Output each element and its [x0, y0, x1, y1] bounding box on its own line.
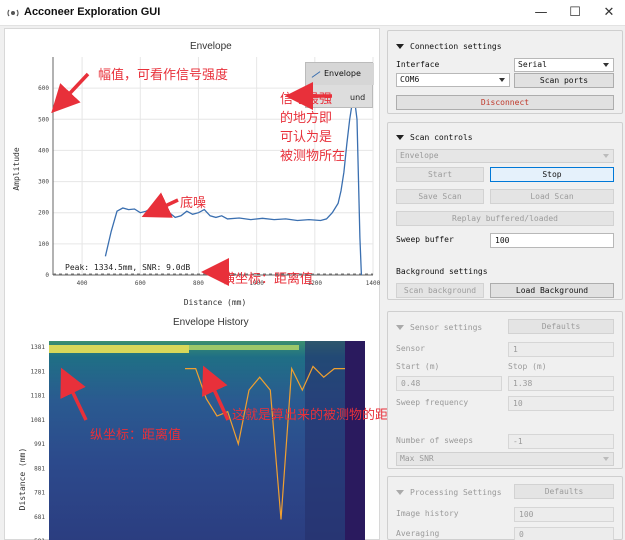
y-axis-label: Amplitude: [12, 147, 21, 191]
stop-button[interactable]: Stop: [490, 167, 614, 182]
annotation-strongest-line: 可认为是: [280, 130, 333, 145]
y-tick-label: 600: [38, 85, 49, 92]
annotation-x-axis: 横坐标：距离值: [222, 272, 314, 287]
image-history-input[interactable]: 100: [514, 507, 614, 522]
processing-settings-group: Processing Settings Defaults Image histo…: [387, 476, 623, 540]
image-history-label: Image history: [396, 509, 459, 518]
collapse-triangle-icon: [396, 490, 404, 495]
y-tick-label: 300: [38, 179, 49, 186]
processing-defaults-button[interactable]: Defaults: [514, 484, 614, 499]
load-scan-button[interactable]: Load Scan: [490, 189, 614, 204]
heatmap-peak-band-faint: [189, 345, 299, 350]
annotation-strongest-line: 的地方即: [280, 111, 333, 126]
scan-ports-button[interactable]: Scan ports: [514, 73, 614, 88]
sweep-frequency-label: Sweep frequency: [396, 398, 469, 407]
history-y-tick-label: 1081: [31, 417, 46, 424]
annotation-strongest: 信号最强 的地方即 可认为是 被测物所在: [280, 90, 345, 166]
connection-settings-header[interactable]: Connection settings: [396, 42, 502, 51]
scan-controls-title: Scan controls: [410, 133, 473, 142]
scan-controls-group: Scan controls Envelope Start Stop Save S…: [387, 122, 623, 300]
sensor-label: Sensor: [396, 344, 425, 353]
history-y-tick-label: 991: [34, 441, 45, 448]
settings-sidebar: Connection settings Interface Serial COM…: [387, 28, 623, 540]
annotation-amplitude: 幅值，可看作信号强度: [98, 68, 229, 83]
x-tick-label: 400: [77, 280, 88, 287]
collapse-triangle-icon: [396, 135, 404, 140]
history-y-tick-label: 1381: [31, 344, 46, 351]
y-tick-label: 500: [38, 116, 49, 123]
connection-settings-title: Connection settings: [410, 42, 502, 51]
legend-label: Envelope: [324, 69, 361, 78]
sweep-buffer-label: Sweep buffer: [396, 235, 454, 244]
service-select[interactable]: Envelope: [396, 149, 614, 163]
x-tick-label: 1400: [366, 280, 381, 287]
minimize-button[interactable]: —: [526, 3, 556, 23]
annotation-noise: 底噪: [180, 196, 207, 211]
history-y-tick-label: 681: [34, 514, 45, 521]
sensor-settings-title: Sensor settings: [410, 323, 483, 332]
stop-label: Stop (m): [508, 362, 547, 371]
background-settings-label: Background settings: [396, 267, 488, 276]
sweep-buffer-input[interactable]: 100: [490, 233, 614, 248]
save-scan-button[interactable]: Save Scan: [396, 189, 484, 204]
collapse-triangle-icon: [396, 325, 404, 330]
close-button[interactable]: ✕: [594, 3, 624, 23]
number-of-sweeps-input[interactable]: -1: [508, 434, 614, 449]
sensor-settings-group: Sensor settings Defaults Sensor 1 Start …: [387, 311, 623, 469]
history-y-tick-label: 781: [34, 490, 45, 497]
profile-select[interactable]: Max SNR: [396, 452, 614, 466]
heatmap-peak-band: [49, 345, 189, 353]
processing-settings-header[interactable]: Processing Settings: [396, 488, 502, 497]
y-tick-label: 400: [38, 147, 49, 154]
maximize-button[interactable]: ☐: [560, 3, 590, 23]
peak-readout: Peak: 1334.5mm, SNR: 9.0dB: [65, 263, 191, 272]
legend-entry-background: und: [350, 93, 366, 102]
interface-label: Interface: [396, 60, 440, 69]
history-plot-title: Envelope History: [173, 317, 249, 328]
annotation-strongest-line: 信号最强: [280, 92, 333, 107]
processing-settings-title: Processing Settings: [410, 488, 502, 497]
scan-controls-header[interactable]: Scan controls: [396, 133, 473, 142]
history-y-tick-label: 881: [34, 465, 45, 472]
legend-swatch: [311, 71, 321, 78]
replay-button[interactable]: Replay buffered/loaded: [396, 211, 614, 226]
sensor-input[interactable]: 1: [508, 342, 614, 357]
sweep-frequency-input[interactable]: 10: [508, 396, 614, 411]
load-background-button[interactable]: Load Background: [490, 283, 614, 298]
history-y-tick-label: 1281: [31, 368, 46, 375]
app-logo-icon: [7, 9, 19, 17]
legend-entry-envelope[interactable]: Envelope: [306, 63, 374, 85]
averaging-input[interactable]: 0: [514, 527, 614, 540]
sensor-defaults-button[interactable]: Defaults: [508, 319, 614, 334]
annotation-strongest-line: 被测物所在: [280, 149, 346, 164]
x-tick-label: 600: [135, 280, 146, 287]
x-tick-label: 800: [193, 280, 204, 287]
port-select[interactable]: COM6: [396, 73, 510, 87]
stop-input[interactable]: 1.38: [508, 376, 614, 391]
averaging-label: Averaging: [396, 529, 440, 538]
y-tick-label: 200: [38, 210, 49, 217]
connection-settings-group: Connection settings Interface Serial COM…: [387, 30, 623, 114]
history-y-axis-label: Distance (mm): [18, 448, 27, 511]
y-tick-label: 100: [38, 241, 49, 248]
annotation-y-axis: 纵坐标：距离值: [90, 428, 182, 443]
history-y-tick-label: 1181: [31, 393, 46, 400]
y-tick-label: 0: [45, 272, 49, 279]
start-input[interactable]: 0.48: [396, 376, 502, 391]
start-label: Start (m): [396, 362, 440, 371]
start-button[interactable]: Start: [396, 167, 484, 182]
heatmap-dark-band: [305, 341, 345, 540]
scan-background-button[interactable]: Scan background: [396, 283, 484, 298]
history-distance-trace: [185, 365, 345, 520]
interface-select[interactable]: Serial: [514, 58, 614, 72]
title-bar: Acconeer Exploration GUI — ☐ ✕: [0, 0, 625, 26]
window-title: Acconeer Exploration GUI: [24, 6, 161, 18]
sensor-settings-header[interactable]: Sensor settings: [396, 323, 482, 332]
app-window: Acconeer Exploration GUI — ☐ ✕ Envelope …: [0, 0, 625, 540]
disconnect-button[interactable]: Disconnect: [396, 95, 614, 110]
collapse-triangle-icon: [396, 44, 404, 49]
number-of-sweeps-label: Number of sweeps: [396, 436, 474, 445]
x-axis-label: Distance (mm): [184, 298, 247, 307]
heatmap-right-edge: [345, 341, 365, 540]
